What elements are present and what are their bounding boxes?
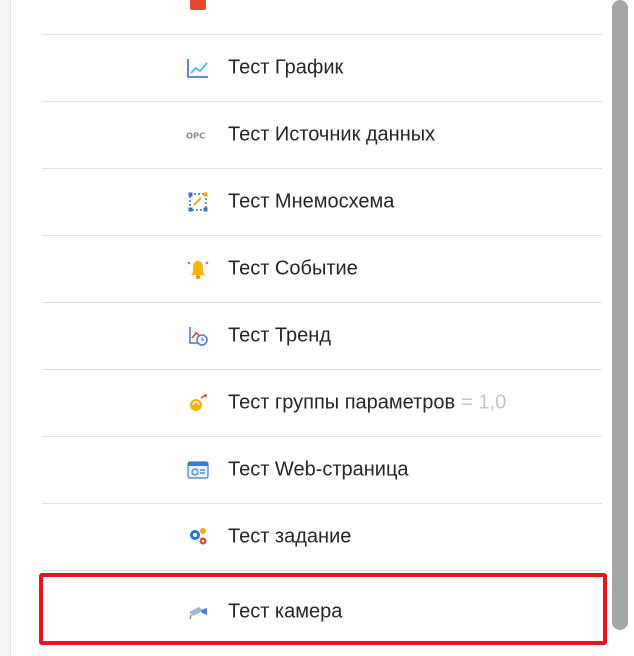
list-item-label: Тест График [228, 56, 344, 79]
vertical-scrollbar[interactable] [612, 0, 628, 630]
list-item-value: = 1,0 [461, 391, 507, 414]
object-list: Тест График OPC Тест Источник данных Тес… [42, 0, 602, 656]
list-item-name: Тест группы параметров [228, 391, 456, 414]
web-page-icon [186, 459, 210, 481]
trend-clock-icon [186, 325, 210, 347]
list-item-label: Тест группы параметров = 1,0 [228, 392, 506, 415]
list-item-label: Тест Web-страница [228, 458, 409, 481]
list-item[interactable]: Тест Тренд [42, 303, 602, 370]
list-item-label: Тест Мнемосхема [228, 190, 395, 213]
selection-highlight [39, 573, 607, 645]
gears-task-icon [186, 526, 210, 548]
list-item[interactable] [42, 0, 602, 35]
chart-line-icon [186, 57, 210, 79]
left-panel-edge [0, 0, 11, 656]
opc-datasource-icon: OPC [186, 124, 210, 146]
list-item[interactable]: Тест задание [42, 504, 602, 571]
list-item[interactable]: Тест Web-страница [42, 437, 602, 504]
list-item-label: Тест Источник данных [228, 123, 436, 146]
list-item[interactable]: Тест Событие [42, 236, 602, 303]
list-item[interactable]: Тест группы параметров = 1,0 [42, 370, 602, 437]
list-item[interactable]: OPC Тест Источник данных [42, 102, 602, 169]
svg-text:OPC: OPC [186, 131, 205, 141]
red-item-icon [186, 0, 210, 12]
list-item[interactable]: Тест Мнемосхема [42, 169, 602, 236]
bell-event-icon [186, 258, 210, 280]
page: Тест График OPC Тест Источник данных Тес… [0, 0, 634, 656]
list-item-label: Тест задание [228, 525, 352, 548]
list-item[interactable]: Тест График [42, 35, 602, 102]
list-item-label: Тест Тренд [228, 324, 331, 347]
list-item-label: Тест Событие [228, 257, 358, 280]
parameter-group-icon [186, 392, 210, 414]
mnemonic-scheme-icon [186, 191, 210, 213]
